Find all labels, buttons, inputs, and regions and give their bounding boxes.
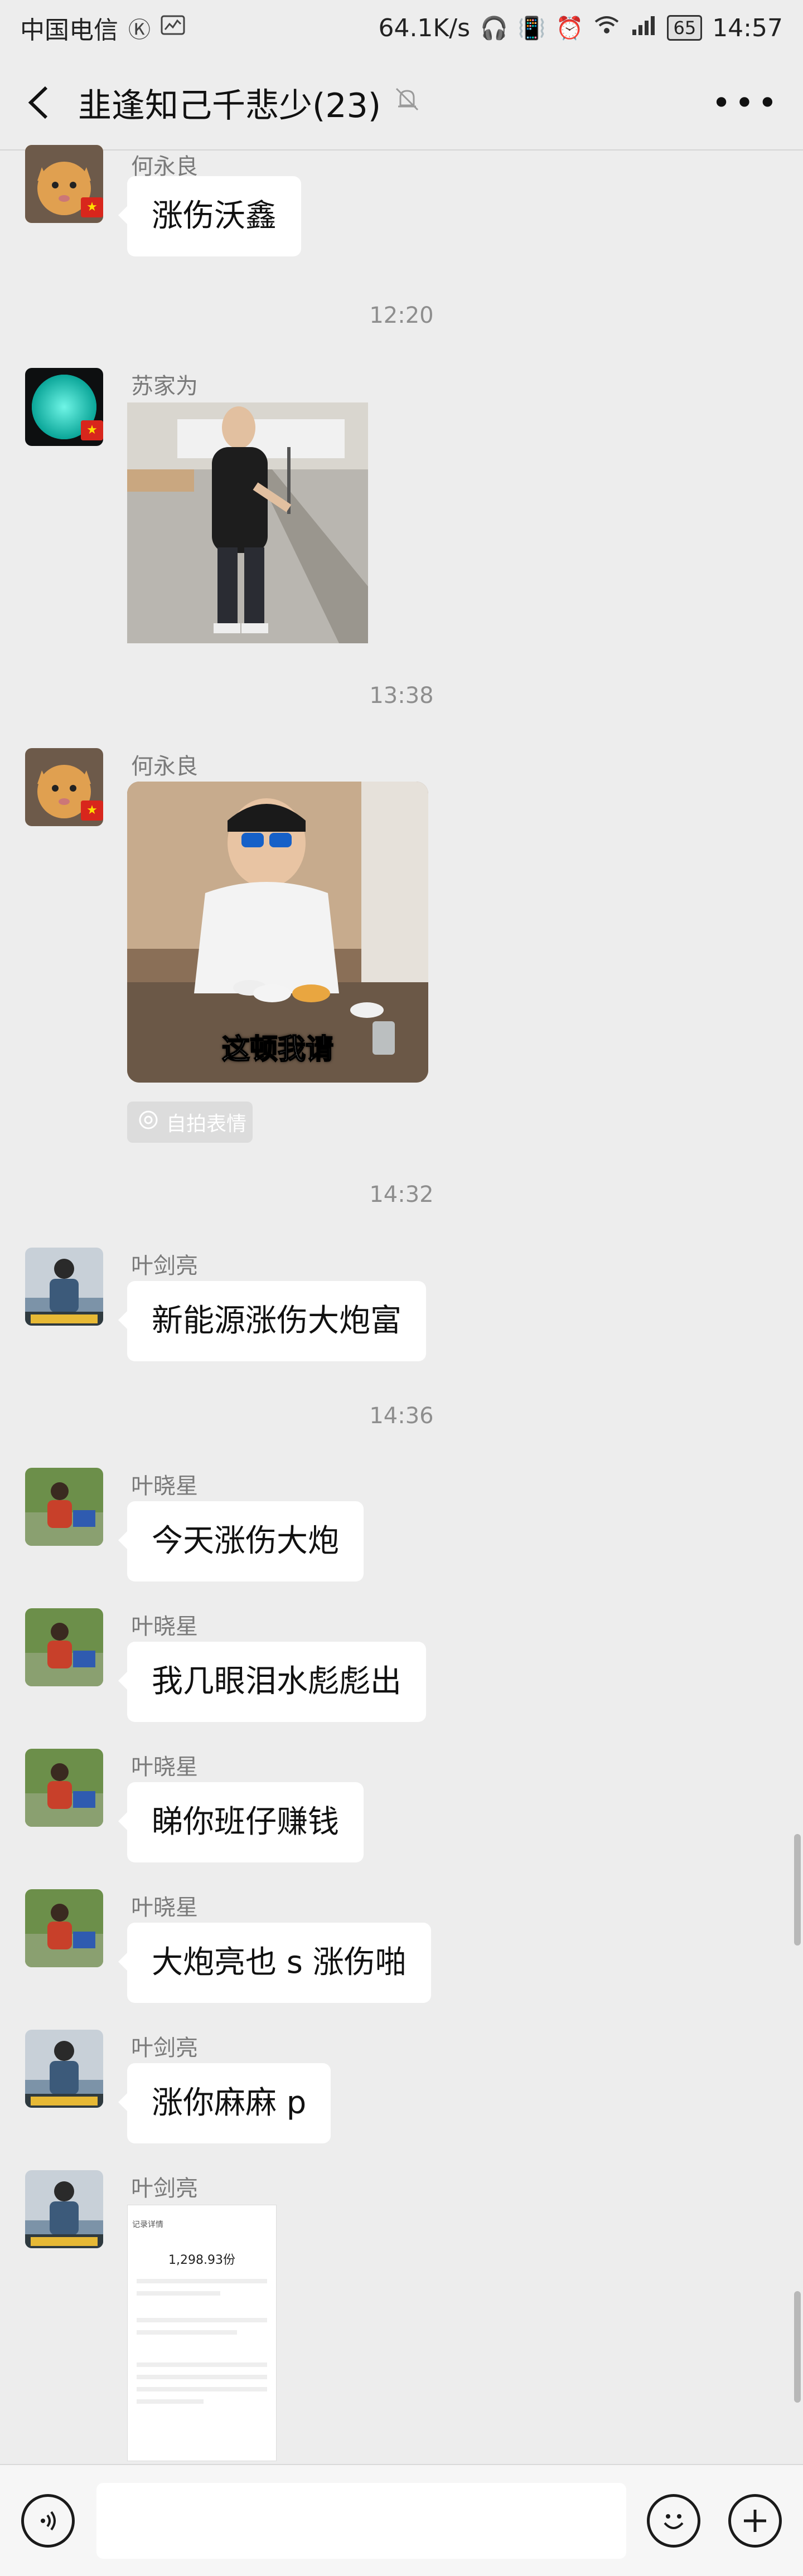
back-button[interactable]: [0, 55, 78, 150]
timestamp: 14:32: [369, 1182, 434, 1207]
status-bar: 中国电信 Ⓚ 64.1K/s 🎧 📳 ⏰ 65 14:57: [0, 0, 803, 56]
vibrate-icon: 📳: [517, 15, 546, 41]
carrier-label: 中国电信: [20, 16, 118, 45]
selfie-sticker-tag[interactable]: 自拍表情: [127, 1102, 253, 1143]
avatar[interactable]: [25, 1468, 103, 1546]
avatar[interactable]: [25, 2030, 103, 2108]
sender-name: 叶晓星: [131, 1895, 198, 1920]
image-caption: 这顿我请: [221, 1032, 334, 1066]
chevron-left-icon: [28, 86, 48, 119]
emoji-button[interactable]: [647, 2494, 700, 2548]
more-options-button[interactable]: •••: [712, 56, 781, 151]
sender-name: 叶晓星: [131, 1614, 198, 1639]
camera-icon: [138, 1110, 158, 1135]
activity-icon: [161, 14, 185, 42]
chat-title: 韭逢知己千悲少(23): [78, 86, 381, 125]
avatar[interactable]: ★: [25, 748, 103, 826]
signal-icon: [630, 14, 657, 42]
sender-name: 叶剑亮: [131, 1253, 198, 1279]
message-input[interactable]: [96, 2483, 626, 2559]
sender-name: 何永良: [131, 754, 198, 779]
avatar[interactable]: [25, 1248, 103, 1326]
screenshot-message[interactable]: 记录详情 1,298.93份: [127, 2205, 277, 2461]
alarm-icon: ⏰: [555, 15, 584, 41]
message-bubble[interactable]: 新能源涨伤大炮富: [118, 1281, 426, 1361]
headphones-icon: 🎧: [480, 15, 508, 41]
avatar[interactable]: [25, 1608, 103, 1686]
message-bubble[interactable]: 今天涨伤大炮: [118, 1501, 364, 1582]
image-message[interactable]: [127, 402, 368, 643]
voice-button[interactable]: [21, 2494, 75, 2548]
clock: 14:57: [712, 13, 783, 42]
screenshot-title: 记录详情: [132, 2220, 163, 2229]
message-bubble[interactable]: 睇你班仔赚钱: [118, 1782, 364, 1862]
add-button[interactable]: [728, 2494, 782, 2548]
battery-icon: 65: [667, 15, 703, 41]
avatar[interactable]: [25, 1889, 103, 1967]
sender-name: 叶晓星: [131, 1754, 198, 1780]
timestamp: 12:20: [369, 303, 434, 328]
flag-icon: ★: [81, 420, 103, 440]
input-bar: [0, 2464, 803, 2576]
chat-header: 韭逢知己千悲少(23) •••: [0, 56, 803, 151]
sender-name: 叶剑亮: [131, 2176, 198, 2201]
message-bubble[interactable]: 我几眼泪水彪彪出: [118, 1642, 426, 1722]
message-bubble[interactable]: 大炮亮也 s 涨伤啪: [118, 1923, 431, 2003]
avatar[interactable]: ★: [25, 145, 103, 223]
selfie-sticker-label: 自拍表情: [166, 1113, 247, 1136]
sender-name: 叶晓星: [131, 1473, 198, 1499]
timestamp: 14:36: [369, 1403, 434, 1429]
network-speed: 64.1K/s: [378, 13, 471, 42]
avatar[interactable]: [25, 2170, 103, 2248]
sender-name: 苏家为: [131, 373, 198, 399]
message-bubble[interactable]: 涨伤沃鑫: [118, 176, 301, 256]
flag-icon: ★: [81, 197, 103, 217]
wifi-icon: [593, 14, 620, 42]
scrollbar-thumb[interactable]: [794, 2291, 801, 2403]
image-message[interactable]: 这顿我请: [127, 782, 428, 1083]
avatar[interactable]: ★: [25, 368, 103, 446]
nfc-icon: Ⓚ: [128, 17, 151, 43]
avatar[interactable]: [25, 1749, 103, 1827]
timestamp: 13:38: [369, 683, 434, 709]
sender-name: 叶剑亮: [131, 2035, 198, 2061]
voice-icon: [41, 2511, 56, 2531]
mute-bell-icon: [393, 85, 421, 120]
emoji-icon: [664, 2514, 684, 2529]
message-bubble[interactable]: 涨你麻麻 p: [118, 2063, 331, 2143]
plus-icon: [744, 2510, 766, 2532]
screenshot-amount: 1,298.93份: [168, 2253, 235, 2267]
flag-icon: ★: [81, 801, 103, 821]
chat-area[interactable]: ★ 何永良 涨伤沃鑫 12:20 ★ 苏家为 13:38 ★ 何永良 这顿我请 …: [0, 145, 803, 2464]
scrollbar[interactable]: [794, 1834, 801, 1946]
